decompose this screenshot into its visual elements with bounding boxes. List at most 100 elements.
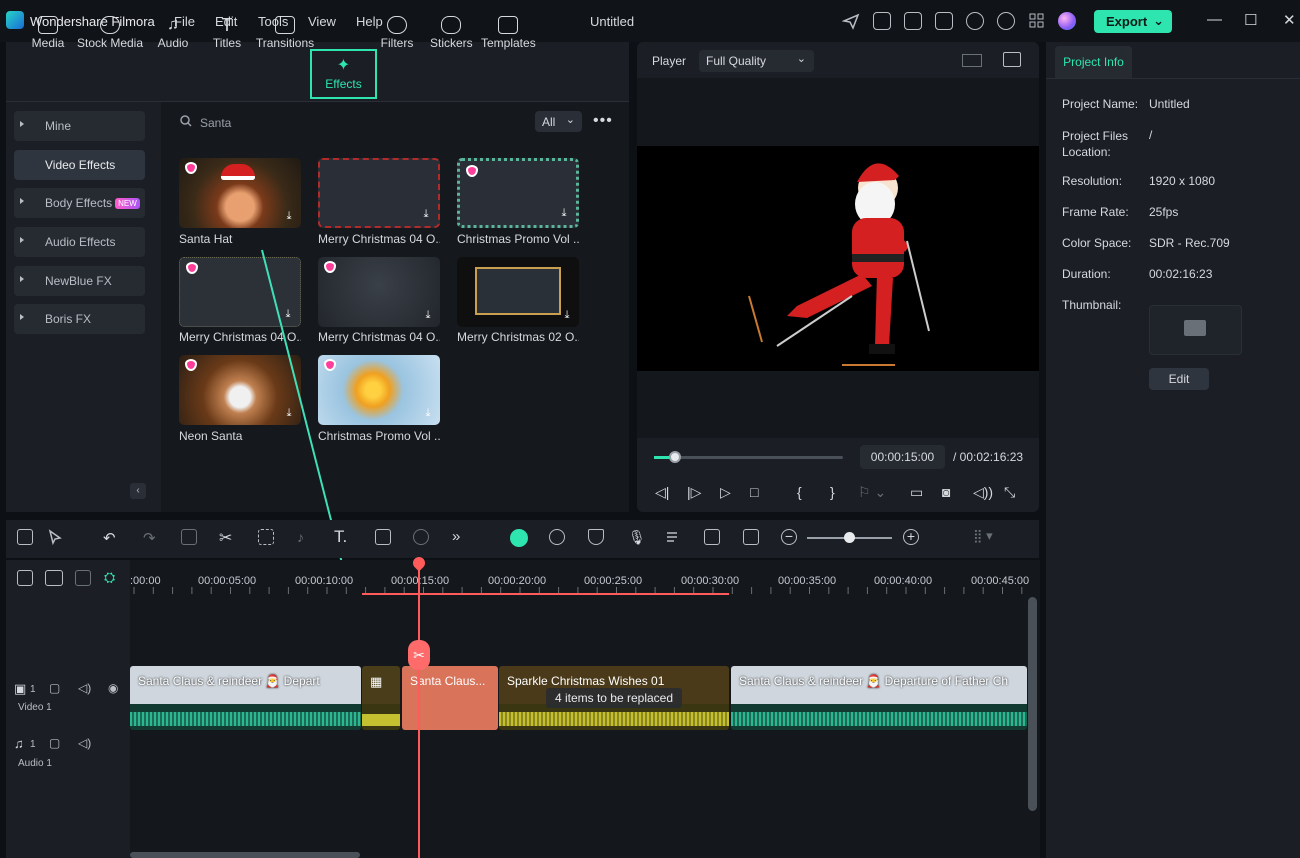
video-clip[interactable]: Santa Claus & reindeer 🎅 Departure of Fa… [731, 666, 1027, 730]
redo-icon[interactable]: ↷ [143, 529, 156, 547]
video-clip[interactable]: Santa Claus & reindeer 🎅 Depart [130, 666, 361, 730]
play-icon[interactable]: ▷ [720, 484, 731, 501]
more-options-icon[interactable]: ••• [593, 112, 613, 130]
effect-thumb-merry-christmas-04[interactable]: ⤓ [318, 158, 440, 228]
shape-icon[interactable] [375, 529, 391, 545]
playhead[interactable] [418, 560, 420, 858]
vertical-scrollbar[interactable] [1028, 597, 1037, 811]
sidebar-item-newblue-fx[interactable]: NewBlue FX [14, 266, 145, 296]
playback-progress-track[interactable] [654, 456, 843, 459]
grid-view-icon[interactable] [962, 54, 982, 67]
send-icon[interactable] [841, 12, 860, 30]
apps-grid-icon[interactable] [1028, 12, 1046, 30]
fullscreen-icon[interactable]: ⤡ [1004, 484, 1015, 501]
sidebar-item-mine[interactable]: Mine [14, 111, 145, 141]
mark-out-icon[interactable]: } [830, 484, 835, 500]
effect-thumb-christmas-promo[interactable]: ⤓ [457, 158, 579, 228]
audio-list-icon[interactable] [665, 529, 681, 545]
media-record-icon[interactable] [873, 12, 891, 30]
download-icon[interactable]: ⤓ [558, 207, 570, 219]
close-icon[interactable]: ✕ [1283, 11, 1296, 29]
shield-icon[interactable] [588, 529, 604, 545]
quality-dropdown[interactable]: Full Quality ⌄ [699, 50, 814, 72]
minimize-icon[interactable]: — [1207, 11, 1222, 28]
volume-icon[interactable]: ◁)) [973, 484, 993, 501]
more-tools-icon[interactable]: » [452, 528, 460, 545]
next-frame-icon[interactable]: |▷ [687, 484, 701, 501]
snap-magnet-icon[interactable]: ⛭ [104, 569, 115, 586]
volume-icon[interactable]: ◁) [78, 681, 91, 695]
collapse-sidebar-icon[interactable]: ‹ [130, 483, 146, 499]
folder-icon[interactable]: ▢ [49, 681, 60, 695]
display-icon[interactable]: ▭ [910, 484, 923, 501]
zoom-in-icon[interactable]: + [903, 529, 919, 545]
ai-copilot-icon[interactable] [510, 529, 528, 547]
sidebar-item-body-effects[interactable]: Body Effects NEW [14, 188, 145, 218]
tab-media[interactable]: Media [30, 8, 66, 60]
tab-audio[interactable]: ♫ Audio [155, 8, 191, 60]
effect-thumb-santa-hat[interactable]: ⤓ [179, 158, 301, 228]
template-clip[interactable]: ▦ [362, 666, 400, 730]
camera-icon[interactable]: ◙ [942, 484, 950, 500]
download-icon[interactable]: ⤓ [561, 309, 573, 321]
stop-icon[interactable]: □ [750, 484, 758, 500]
timeline-settings-icon[interactable]: ⣿ ▾ [973, 528, 993, 544]
track-manager-icon[interactable] [75, 570, 91, 586]
zoom-out-icon[interactable]: − [781, 529, 797, 545]
filter-dropdown[interactable]: All ⌄ [535, 111, 582, 132]
tab-effects[interactable]: ✦ Effects [310, 49, 377, 99]
folder-icon[interactable]: ▢ [49, 736, 60, 750]
tab-filters[interactable]: Filters [380, 8, 414, 60]
auto-sync-icon[interactable] [704, 529, 720, 545]
fit-timeline-icon[interactable] [743, 529, 759, 545]
search-input[interactable]: Santa [200, 116, 231, 130]
tab-stickers[interactable]: Stickers [430, 8, 473, 60]
snapshot-image-icon[interactable] [1003, 52, 1021, 67]
download-icon[interactable]: ⤓ [422, 309, 434, 321]
export-button[interactable]: Export ⌄ [1094, 10, 1172, 33]
menu-help[interactable]: Help [356, 14, 383, 29]
download-icon[interactable]: ⤓ [420, 208, 432, 220]
previous-frame-icon[interactable]: ◁| [655, 484, 669, 501]
download-icon[interactable]: ⤓ [422, 407, 434, 419]
headset-icon[interactable] [997, 12, 1015, 30]
layout-icon[interactable] [904, 12, 922, 30]
tab-stock-media[interactable]: Stock Media [76, 8, 144, 60]
eye-icon[interactable]: ◉ [108, 681, 118, 695]
zoom-slider-handle[interactable] [844, 532, 855, 543]
undo-icon[interactable]: ↶ [103, 529, 116, 547]
audio-stretch-icon[interactable]: ♪ [297, 529, 304, 545]
scissors-icon[interactable]: ✂ [219, 528, 232, 548]
add-track-icon[interactable] [17, 570, 33, 586]
sidebar-item-boris-fx[interactable]: Boris FX [14, 304, 145, 334]
cloud-icon[interactable] [966, 12, 984, 30]
tab-project-info[interactable]: Project Info [1055, 46, 1132, 78]
sidebar-item-audio-effects[interactable]: Audio Effects [14, 227, 145, 257]
text-tool-icon[interactable]: T. [334, 527, 347, 547]
sidebar-item-video-effects[interactable]: Video Effects [14, 150, 145, 180]
layout-grid-icon[interactable] [17, 529, 33, 545]
tab-titles[interactable]: T Titles [210, 8, 244, 60]
save-icon[interactable] [935, 12, 953, 30]
horizontal-scrollbar[interactable] [130, 852, 360, 858]
crop-icon[interactable] [258, 529, 274, 545]
edit-thumbnail-button[interactable]: Edit [1149, 368, 1209, 390]
marker-icon[interactable]: ⚐ ⌄ [858, 484, 886, 501]
split-scissors-icon[interactable]: ✂ [408, 640, 430, 670]
download-icon[interactable]: ⤓ [283, 210, 295, 222]
ai-tools-icon[interactable] [413, 529, 429, 545]
tab-transitions[interactable]: Transitions [255, 8, 315, 60]
link-icon[interactable] [45, 570, 63, 586]
playback-scrubber-handle[interactable] [669, 451, 681, 463]
tab-templates[interactable]: Templates [481, 8, 536, 60]
selected-video-clip[interactable]: Santa Claus... [402, 666, 498, 730]
ai-avatar-icon[interactable] [1058, 12, 1076, 30]
delete-icon[interactable] [181, 529, 197, 545]
microphone-icon[interactable]: 🎙 [628, 529, 646, 546]
select-pointer-icon[interactable] [47, 529, 63, 546]
current-time[interactable]: 00:00:15:00 [860, 445, 945, 469]
maximize-icon[interactable]: ☐ [1244, 11, 1257, 29]
speed-icon[interactable] [549, 529, 565, 545]
effect-thumb-merry-christmas-02[interactable]: ⤓ [457, 257, 579, 327]
mark-in-icon[interactable]: { [797, 484, 802, 500]
